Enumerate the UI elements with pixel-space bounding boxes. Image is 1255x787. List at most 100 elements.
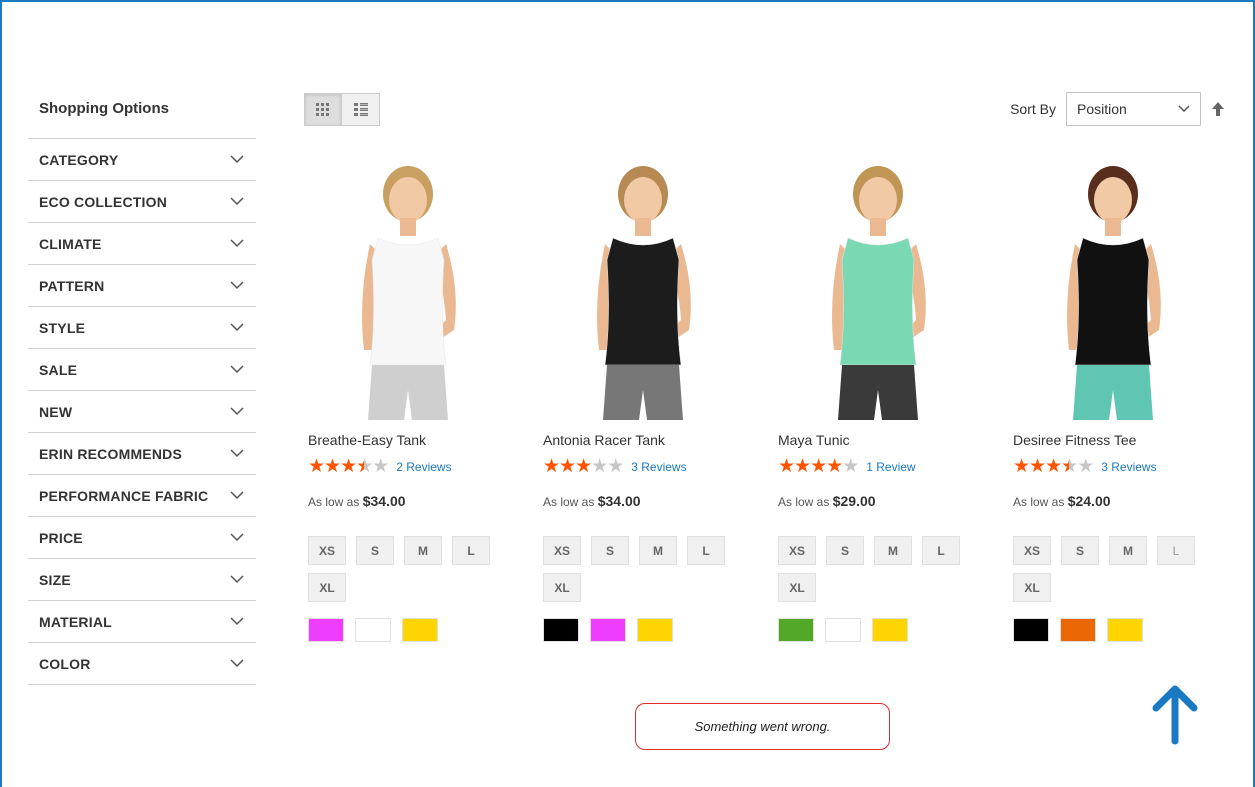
star-icon: ★ (340, 456, 357, 477)
filter-label: ECO COLLECTION (39, 193, 168, 210)
product-name[interactable]: Antonia Racer Tank (543, 432, 778, 448)
star-icon: ★ (810, 456, 827, 477)
color-swatches (1013, 618, 1248, 642)
color-swatch[interactable] (1107, 618, 1143, 642)
size-option[interactable]: XL (308, 573, 346, 602)
star-icon: ★ (308, 456, 325, 477)
reviews-link[interactable]: 3 Reviews (1101, 460, 1156, 474)
filter-label: COLOR (39, 655, 91, 672)
color-swatch[interactable] (308, 618, 344, 642)
filter-pattern[interactable]: PATTERN (28, 265, 256, 307)
color-swatch[interactable] (825, 618, 861, 642)
star-icon: ★ (575, 456, 592, 477)
size-option[interactable]: M (874, 536, 912, 565)
size-option[interactable]: M (1109, 536, 1147, 565)
filter-performance-fabric[interactable]: PERFORMANCE FABRIC (28, 475, 256, 517)
filter-new[interactable]: NEW (28, 391, 256, 433)
size-option[interactable]: S (1061, 536, 1099, 565)
size-option[interactable]: XS (543, 536, 581, 565)
arrow-up-icon[interactable] (1211, 101, 1225, 117)
size-option[interactable]: XL (1013, 573, 1051, 602)
size-option[interactable]: L (922, 536, 960, 565)
rating-stars: ★ ★ ★ ★ ★ (778, 456, 859, 477)
size-option[interactable]: S (356, 536, 394, 565)
color-swatch[interactable] (778, 618, 814, 642)
product-image[interactable] (308, 160, 508, 420)
size-option[interactable]: S (826, 536, 864, 565)
product-image[interactable] (1013, 160, 1213, 420)
product-name[interactable]: Desiree Fitness Tee (1013, 432, 1248, 448)
size-option[interactable]: XS (1013, 536, 1051, 565)
filter-label: ERIN RECOMMENDS (39, 445, 183, 462)
size-option[interactable]: XS (308, 536, 346, 565)
star-icon: ★ (607, 456, 624, 477)
list-icon (353, 102, 368, 116)
chevron-down-icon (230, 659, 244, 668)
reviews-link[interactable]: 2 Reviews (396, 460, 451, 474)
chevron-down-icon (230, 365, 244, 374)
arrow-up-icon[interactable] (1152, 684, 1198, 746)
chevron-down-icon (230, 449, 244, 458)
size-option[interactable]: XL (543, 573, 581, 602)
price-box: As low as $34.00 (543, 493, 778, 509)
size-option[interactable]: M (404, 536, 442, 565)
size-option[interactable]: M (639, 536, 677, 565)
filter-category[interactable]: CATEGORY (28, 139, 256, 181)
color-swatch[interactable] (1013, 618, 1049, 642)
product-image[interactable] (778, 160, 978, 420)
product-image[interactable] (543, 160, 743, 420)
color-swatches (543, 618, 778, 642)
chevron-down-icon (230, 617, 244, 626)
filter-label: PATTERN (39, 277, 105, 294)
color-swatch[interactable] (543, 618, 579, 642)
color-swatch[interactable] (637, 618, 673, 642)
sort-by-value: Position (1077, 101, 1127, 117)
color-swatch[interactable] (402, 618, 438, 642)
filter-material[interactable]: MATERIAL (28, 601, 256, 643)
filter-climate[interactable]: CLIMATE (28, 223, 256, 265)
filter-price[interactable]: PRICE (28, 517, 256, 559)
list-mode-button[interactable] (342, 93, 380, 126)
filter-list: CATEGORY ECO COLLECTION CLIMATE PATTERN STYL… (28, 138, 256, 685)
price-prefix: As low as (778, 495, 830, 509)
product-name[interactable]: Maya Tunic (778, 432, 1013, 448)
color-swatch[interactable] (872, 618, 908, 642)
price: $34.00 (597, 493, 641, 509)
filter-eco-collection[interactable]: ECO COLLECTION (28, 181, 256, 223)
reviews-link[interactable]: 3 Reviews (631, 460, 686, 474)
filter-color[interactable]: COLOR (28, 643, 256, 685)
size-option[interactable]: XS (778, 536, 816, 565)
filter-size[interactable]: SIZE (28, 559, 256, 601)
chevron-down-icon (230, 239, 244, 248)
size-swatches: XS S M L XL (1013, 536, 1213, 602)
reviews-link[interactable]: 1 Review (866, 460, 915, 474)
color-swatch[interactable] (1060, 618, 1096, 642)
star-icon: ★ (1045, 456, 1062, 477)
rating-summary: ★★★★★3 Reviews (1013, 456, 1248, 477)
filter-sale[interactable]: SALE (28, 349, 256, 391)
shopping-options-sidebar: Shopping Options CATEGORY ECO COLLECTION C… (28, 96, 256, 685)
star-icon: ★ (372, 456, 389, 477)
filter-label: PERFORMANCE FABRIC (39, 487, 209, 504)
filter-style[interactable]: STYLE (28, 307, 256, 349)
sort-by-select[interactable]: Position (1066, 92, 1201, 126)
size-option[interactable]: L (452, 536, 490, 565)
price: $29.00 (832, 493, 876, 509)
size-option[interactable]: S (591, 536, 629, 565)
chevron-down-icon (230, 407, 244, 416)
star-icon: ★ (778, 456, 795, 477)
filter-label: STYLE (39, 319, 86, 336)
star-icon: ★ (1013, 456, 1030, 477)
filter-label: SIZE (39, 571, 71, 588)
product-item: Antonia Racer Tank ★ ★ ★ ★ ★ 3 Reviews As low a… (543, 160, 778, 642)
grid-mode-button[interactable] (304, 93, 342, 126)
size-option[interactable]: XL (778, 573, 816, 602)
color-swatch[interactable] (355, 618, 391, 642)
chevron-down-icon (230, 575, 244, 584)
star-icon: ★ (324, 456, 341, 477)
product-name[interactable]: Breathe-Easy Tank (308, 432, 543, 448)
size-option[interactable]: L (1157, 536, 1195, 565)
color-swatch[interactable] (590, 618, 626, 642)
size-option[interactable]: L (687, 536, 725, 565)
filter-erin-recommends[interactable]: ERIN RECOMMENDS (28, 433, 256, 475)
